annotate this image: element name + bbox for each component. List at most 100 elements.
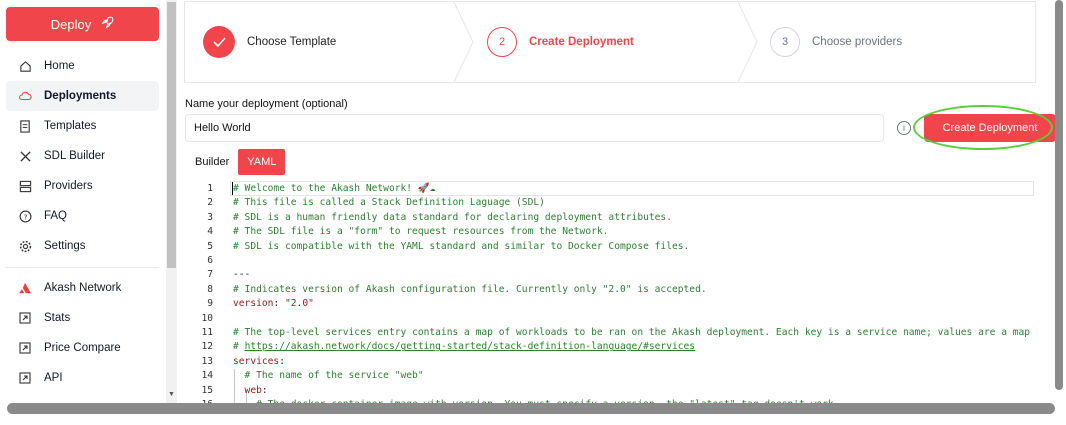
line-number: 9: [207, 298, 213, 310]
line-number: 15: [201, 384, 213, 396]
step-label: Choose Template: [247, 36, 337, 48]
sidebar-item-label: Akash Network: [44, 282, 122, 294]
step-choose-template[interactable]: Choose Template: [203, 2, 336, 82]
code-line[interactable]: 3 # SDL is a human friendly data standard…: [186, 211, 1036, 225]
sidebar-item-label: FAQ: [44, 210, 68, 222]
code-line[interactable]: 15 web:: [186, 384, 1036, 398]
editor-tabs: Builder YAML: [186, 149, 286, 175]
external-link-icon: [18, 371, 32, 385]
step-label: Create Deployment: [529, 36, 634, 48]
sidebar-item-label: Providers: [44, 180, 93, 192]
line-number: 3: [207, 211, 213, 223]
code-comment: # This file is called a Stack Definition…: [233, 197, 545, 209]
sidebar-nav: Home Deployments Templates SDL Builder P…: [6, 51, 159, 393]
code-line[interactable]: 2 # This file is called a Stack Definitio…: [186, 196, 1036, 210]
code-key-value: version: "2.0": [233, 298, 314, 310]
sidebar-scrollbar[interactable]: ▼: [166, 0, 177, 403]
docs-link[interactable]: https://akash.network/docs/getting-start…: [245, 341, 696, 352]
code-line[interactable]: 7 ---: [186, 268, 1036, 282]
sidebar-item-label: Deployments: [44, 90, 117, 102]
sidebar-item-api[interactable]: API: [6, 363, 159, 393]
page-vertical-scrollbar[interactable]: [1055, 0, 1063, 390]
rocket-icon: [101, 16, 114, 32]
code-key-value: services:: [233, 355, 285, 367]
info-icon[interactable]: i: [897, 121, 911, 135]
sidebar-item-label: Price Compare: [44, 342, 121, 354]
line-number: 5: [207, 240, 213, 252]
sidebar: Deploy Home Deployments Templates SDL Bu…: [0, 0, 165, 425]
page-horizontal-scrollbar[interactable]: [7, 403, 1055, 414]
yaml-editor[interactable]: 1 # Welcome to the Akash Network! 🚀☁ 2 # Th…: [186, 179, 1036, 403]
line-number: 14: [201, 370, 213, 382]
step-choose-providers[interactable]: 3 Choose providers: [770, 2, 902, 82]
scroll-down-arrow-icon[interactable]: ▼: [168, 391, 175, 398]
sidebar-item-settings[interactable]: Settings: [6, 231, 159, 261]
external-link-icon: [18, 311, 32, 325]
code-line[interactable]: 5 # SDL is compatible with the YAML stand…: [186, 240, 1036, 254]
sidebar-item-label: Templates: [44, 120, 97, 132]
deployment-stepper: Choose Template 2 Create Deployment 3 Ch…: [184, 1, 1036, 83]
line-number: 4: [207, 226, 213, 238]
sidebar-item-label: SDL Builder: [44, 150, 105, 162]
step-label: Choose providers: [812, 36, 903, 48]
line-number: 7: [207, 269, 213, 281]
sidebar-item-sdl-builder[interactable]: SDL Builder: [6, 141, 159, 171]
sidebar-item-home[interactable]: Home: [6, 51, 159, 81]
external-link-icon: [18, 341, 32, 355]
line-number: 13: [201, 355, 213, 367]
deploy-button[interactable]: Deploy: [6, 7, 159, 41]
question-icon: ?: [18, 209, 32, 223]
line-number: 10: [201, 312, 213, 324]
yaml-key: services: [233, 355, 280, 367]
sidebar-item-faq[interactable]: ? FAQ: [6, 201, 159, 231]
code-line[interactable]: 4 # The SDL file is a "form" to request r…: [186, 225, 1036, 239]
sidebar-scrollbar-thumb[interactable]: [167, 2, 176, 268]
code-comment-link: # https://akash.network/docs/getting-sta…: [233, 340, 695, 354]
home-icon: [18, 59, 32, 73]
code-line[interactable]: 14 # The name of the service "web": [186, 369, 1036, 383]
step-separator: [453, 2, 474, 82]
code-comment: # The name of the service "web": [233, 370, 424, 382]
server-icon: [18, 179, 32, 193]
svg-text:?: ?: [23, 212, 27, 221]
tab-yaml[interactable]: YAML: [238, 149, 286, 175]
code-line[interactable]: 9 version: "2.0": [186, 297, 1036, 311]
code-line[interactable]: 10: [186, 312, 1036, 326]
code-line[interactable]: 1 # Welcome to the Akash Network! 🚀☁: [186, 182, 1036, 196]
step-create-deployment[interactable]: 2 Create Deployment: [487, 2, 634, 82]
code-line[interactable]: 12 # https://akash.network/docs/getting-s…: [186, 340, 1036, 354]
code-comment: # Indicates version of Akash configurati…: [233, 283, 707, 295]
code-line[interactable]: 11 # The top-level services entry contain…: [186, 326, 1036, 340]
templates-icon: [18, 119, 32, 133]
code-comment: # SDL is compatible with the YAML standa…: [233, 240, 690, 252]
cloud-icon: [18, 89, 32, 103]
sidebar-item-price-compare[interactable]: Price Compare: [6, 333, 159, 363]
line-number: 12: [201, 341, 213, 353]
sidebar-item-stats[interactable]: Stats: [6, 303, 159, 333]
yaml-key: version: [233, 298, 274, 310]
code-comment: # The SDL file is a "form" to request re…: [233, 226, 609, 238]
create-deployment-button[interactable]: Create Deployment: [924, 114, 1056, 142]
akash-logo-icon: [18, 281, 32, 295]
code-comment: # The top-level services entry contains …: [233, 327, 1036, 338]
line-number: 6: [207, 255, 213, 266]
tab-builder[interactable]: Builder: [186, 149, 238, 175]
sidebar-item-deployments[interactable]: Deployments: [6, 81, 159, 111]
step-number: 3: [770, 27, 800, 57]
code-text: ---: [233, 269, 251, 281]
comment-prefix: #: [233, 341, 245, 353]
deploy-button-label: Deploy: [50, 16, 92, 32]
sidebar-item-providers[interactable]: Providers: [6, 171, 159, 201]
code-comment: # Welcome to the Akash Network! 🚀☁: [233, 183, 436, 194]
sidebar-item-label: Settings: [44, 240, 86, 252]
code-line[interactable]: 6: [186, 254, 1036, 268]
code-line[interactable]: 8 # Indicates version of Akash configurat…: [186, 283, 1036, 297]
sidebar-item-akash-network[interactable]: Akash Network: [6, 273, 159, 303]
code-line[interactable]: 13 services:: [186, 355, 1036, 369]
check-icon: [203, 26, 235, 58]
deployment-name-input[interactable]: Hello World: [185, 114, 884, 142]
sidebar-item-templates[interactable]: Templates: [6, 111, 159, 141]
yaml-value: "2.0": [285, 298, 314, 310]
step-separator: [737, 2, 758, 82]
line-number: 8: [207, 283, 213, 295]
